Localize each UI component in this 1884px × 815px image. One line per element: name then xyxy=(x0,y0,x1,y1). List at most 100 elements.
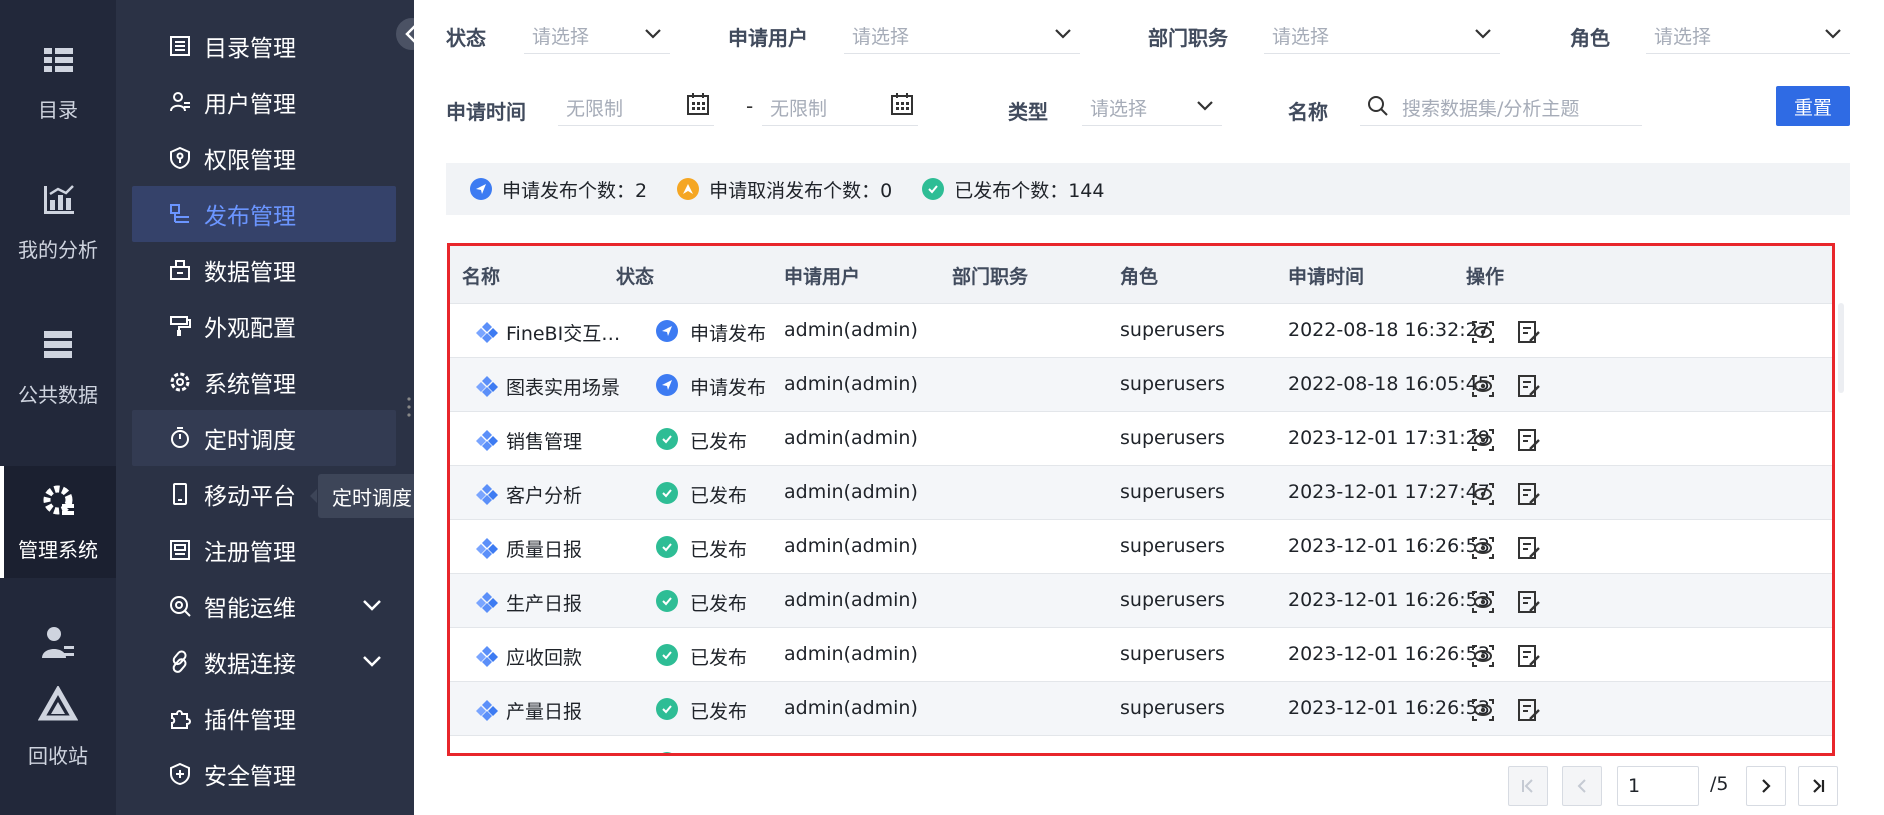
rail-item-user[interactable] xyxy=(0,622,116,668)
cell-status: 已发布 xyxy=(690,701,748,723)
table-row[interactable]: FineBI交互… 申请发布 admin(admin) superusers 2… xyxy=(450,304,1832,358)
edit-icon[interactable] xyxy=(1516,643,1542,669)
edit-icon[interactable] xyxy=(1516,373,1542,399)
stat-apply-cancel: 申请取消发布个数：0 xyxy=(677,176,892,203)
user-select[interactable]: 请选择 xyxy=(844,14,1080,54)
sidebar-item-catalog-mgmt[interactable]: 目录管理 xyxy=(132,18,396,74)
table-row[interactable]: 销售管理 已发布 admin(admin) superusers 2023-12… xyxy=(450,412,1832,466)
sidebar-label: 注册管理 xyxy=(204,540,296,566)
status-select[interactable]: 请选择 xyxy=(524,14,670,54)
smart-ops-icon xyxy=(170,596,191,617)
edit-icon[interactable] xyxy=(1516,751,1542,756)
preview-eye-icon[interactable] xyxy=(1470,535,1496,561)
rail-item-my-analysis[interactable]: 我的分析 xyxy=(0,180,116,280)
edit-icon[interactable] xyxy=(1516,697,1542,723)
rail-item-recycle[interactable]: 回收站 xyxy=(0,686,116,786)
sidebar-item-permission-mgmt[interactable]: 权限管理 xyxy=(132,130,396,186)
sidebar-item-data-connection[interactable]: 数据连接 xyxy=(132,634,396,690)
column-header-name[interactable]: 名称 xyxy=(462,262,500,289)
column-header-time[interactable]: 申请时间 xyxy=(1288,262,1364,289)
table-row[interactable]: 质量日报 已发布 admin(admin) superusers 2023-12… xyxy=(450,520,1832,574)
preview-eye-icon[interactable] xyxy=(1470,643,1496,669)
search-input[interactable]: 搜索数据集/分析主题 xyxy=(1360,86,1642,126)
rail-item-admin-system[interactable]: 管理系统 xyxy=(0,466,116,578)
dept-select[interactable]: 请选择 xyxy=(1264,14,1500,54)
left-rail: 目录 我的分析 公共数据 管理系统 回收站 xyxy=(0,0,116,815)
chevron-down-icon xyxy=(645,29,661,39)
filter-label-time: 申请时间 xyxy=(446,100,526,124)
role-select[interactable]: 请选择 xyxy=(1646,14,1850,54)
sidebar-item-security[interactable]: 安全管理 xyxy=(132,746,396,802)
chevron-down-icon xyxy=(1197,101,1213,111)
rail-item-public-data[interactable]: 公共数据 xyxy=(0,325,116,425)
paint-roller-icon xyxy=(170,316,191,336)
sidebar-menu: 目录管理 用户管理 权限管理 发布管理 数据管理 外观配置 系统管理 定时调度 xyxy=(116,0,414,815)
table-row[interactable]: 产量日报 已发布 admin(admin) superusers 2023-12… xyxy=(450,682,1832,736)
column-header-status[interactable]: 状态 xyxy=(616,262,654,289)
mobile-phone-icon xyxy=(173,483,187,505)
cell-status: 已发布 xyxy=(690,647,748,669)
sidebar-item-scheduler[interactable]: 定时调度 xyxy=(132,410,396,466)
stat-apply-cancel-text: 申请取消发布个数：0 xyxy=(709,179,893,202)
reset-button[interactable]: 重置 xyxy=(1776,86,1850,126)
sidebar-item-data-mgmt[interactable]: 数据管理 xyxy=(132,242,396,298)
time-end-input[interactable]: 无限制 xyxy=(762,86,918,126)
cell-name: 质量日报 xyxy=(506,539,583,561)
table-row[interactable]: 销售运营 已发布 admin(admin) superusers 2023-12… xyxy=(450,736,1832,756)
sidebar-label: 目录管理 xyxy=(204,36,296,62)
column-header-user[interactable]: 申请用户 xyxy=(784,262,860,289)
preview-eye-icon[interactable] xyxy=(1470,319,1496,345)
last-page-button[interactable] xyxy=(1798,766,1838,806)
sidebar-item-user-mgmt[interactable]: 用户管理 xyxy=(132,74,396,130)
cell-role: superusers xyxy=(1120,589,1225,611)
preview-eye-icon[interactable] xyxy=(1470,427,1496,453)
cell-time: 2023-12-01 16:26:53 xyxy=(1288,751,1490,753)
preview-eye-icon[interactable] xyxy=(1470,481,1496,507)
sidebar-label: 智能运维 xyxy=(204,596,296,622)
app-root: 目录 我的分析 公共数据 管理系统 回收站 目录管理 用户管理 权限管理 发布管… xyxy=(0,0,1884,815)
sidebar-item-register[interactable]: 注册管理 xyxy=(132,522,396,578)
column-header-dept[interactable]: 部门职务 xyxy=(952,262,1028,289)
table-row[interactable]: 应收回款 已发布 admin(admin) superusers 2023-12… xyxy=(450,628,1832,682)
chevron-right-icon xyxy=(1762,779,1771,793)
sidebar-item-smart-ops[interactable]: 智能运维 xyxy=(132,578,396,634)
preview-eye-icon[interactable] xyxy=(1470,751,1496,756)
sidebar-label: 系统管理 xyxy=(204,372,296,398)
edit-icon[interactable] xyxy=(1516,481,1542,507)
time-start-input[interactable]: 无限制 xyxy=(558,86,714,126)
edit-icon[interactable] xyxy=(1516,319,1542,345)
preview-eye-icon[interactable] xyxy=(1470,697,1496,723)
table-scrollbar[interactable] xyxy=(1838,303,1844,393)
date-placeholder: 无限制 xyxy=(566,98,624,120)
table-row[interactable]: 客户分析 已发布 admin(admin) superusers 2023-12… xyxy=(450,466,1832,520)
status-icon xyxy=(656,428,678,450)
sidebar-item-publish-mgmt[interactable]: 发布管理 xyxy=(132,186,396,242)
prev-page-button[interactable] xyxy=(1562,766,1602,806)
rail-label-recycle: 回收站 xyxy=(28,744,88,768)
edit-icon[interactable] xyxy=(1516,535,1542,561)
sidebar-item-system-mgmt[interactable]: 系统管理 xyxy=(132,354,396,410)
cell-time: 2023-12-01 17:31:29 xyxy=(1288,427,1490,449)
type-select[interactable]: 请选择 xyxy=(1082,86,1222,126)
first-page-button[interactable] xyxy=(1508,766,1548,806)
table-row[interactable]: 图表实用场景 申请发布 admin(admin) superusers 2022… xyxy=(450,358,1832,412)
next-page-button[interactable] xyxy=(1746,766,1786,806)
resize-handle-icon[interactable] xyxy=(407,396,411,418)
stat-apply-publish-text: 申请发布个数：2 xyxy=(502,179,648,202)
table-row[interactable]: 生产日报 已发布 admin(admin) superusers 2023-12… xyxy=(450,574,1832,628)
preview-eye-icon[interactable] xyxy=(1470,589,1496,615)
cell-user: admin(admin) xyxy=(784,427,918,449)
column-header-role[interactable]: 角色 xyxy=(1120,262,1158,289)
shield-plus-icon xyxy=(170,762,190,786)
sidebar-item-appearance[interactable]: 外观配置 xyxy=(132,298,396,354)
sidebar-item-plugin-mgmt[interactable]: 插件管理 xyxy=(132,690,396,746)
cell-role: superusers xyxy=(1120,319,1225,341)
rail-item-catalog[interactable]: 目录 xyxy=(0,40,116,140)
edit-icon[interactable] xyxy=(1516,589,1542,615)
status-icon xyxy=(656,482,678,504)
calendar-icon xyxy=(687,93,709,115)
edit-icon[interactable] xyxy=(1516,427,1542,453)
dataset-icon xyxy=(476,538,498,559)
page-number-input[interactable] xyxy=(1617,766,1699,806)
preview-eye-icon[interactable] xyxy=(1470,373,1496,399)
